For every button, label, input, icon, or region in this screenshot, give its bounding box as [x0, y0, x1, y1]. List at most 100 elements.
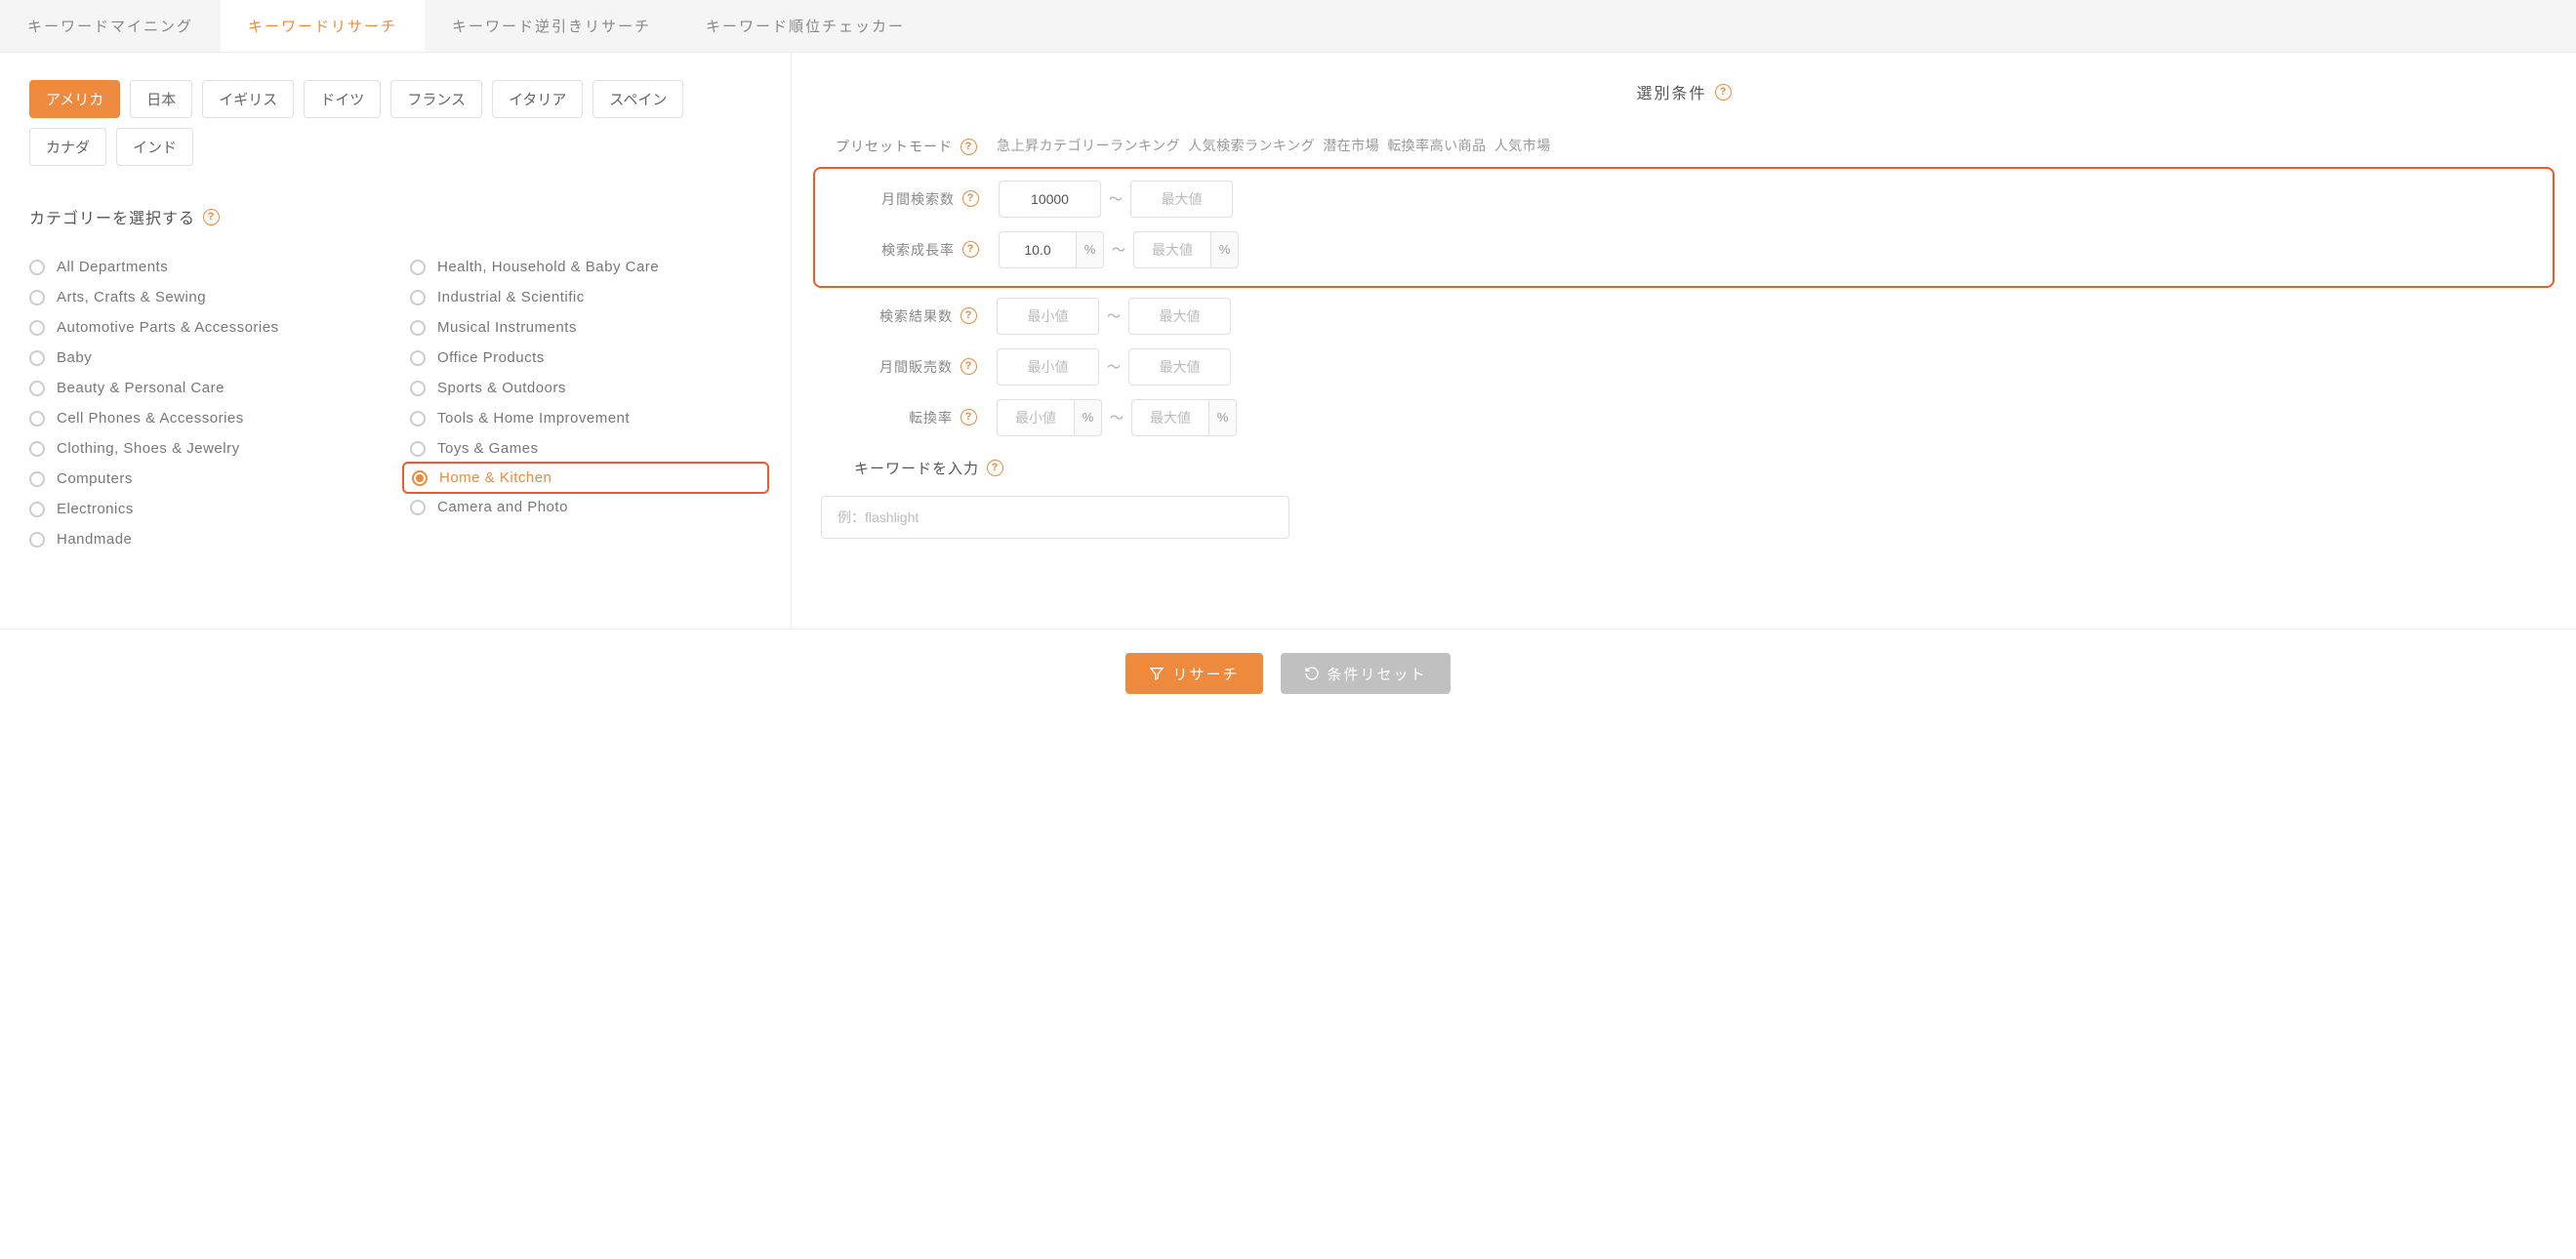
category-item[interactable]: Baby [29, 343, 381, 373]
input-suffix: % [1077, 231, 1104, 268]
filter-label: 月間販売数 [879, 357, 953, 377]
category-item[interactable]: Computers [29, 464, 381, 494]
country-chip-0[interactable]: アメリカ [29, 80, 120, 118]
country-chip-3[interactable]: ドイツ [304, 80, 381, 118]
tilde: ～ [1112, 240, 1125, 260]
tilde: ～ [1109, 189, 1123, 209]
filter-label: 検索結果数 [879, 306, 953, 326]
radio-icon [29, 350, 45, 366]
category-item[interactable]: Handmade [29, 524, 381, 554]
radio-icon [410, 500, 426, 515]
category-item[interactable]: Health, Household & Baby Care [410, 252, 761, 282]
preset-link[interactable]: 人気検索ランキング [1188, 138, 1315, 153]
tab-3[interactable]: キーワード順位チェッカー [678, 0, 932, 52]
category-item[interactable]: Office Products [410, 343, 761, 373]
help-icon[interactable] [962, 241, 979, 258]
country-chip-2[interactable]: イギリス [202, 80, 294, 118]
category-item[interactable]: Sports & Outdoors [410, 373, 761, 403]
country-chip-6[interactable]: スペイン [593, 80, 683, 118]
category-item[interactable]: Industrial & Scientific [410, 282, 761, 312]
filter-min-input[interactable] [997, 348, 1099, 386]
filter-title: 選別条件 [1636, 80, 1706, 103]
filter-max-input[interactable] [1131, 399, 1209, 436]
preset-link[interactable]: 潜在市場 [1323, 138, 1379, 153]
category-item[interactable]: Toys & Games [410, 433, 761, 464]
country-chip-1[interactable]: 日本 [130, 80, 192, 118]
category-label: Electronics [57, 501, 134, 517]
tab-1[interactable]: キーワードリサーチ [221, 0, 425, 52]
filter-min-input[interactable] [999, 181, 1101, 218]
reset-icon [1304, 666, 1320, 681]
category-title-text: カテゴリーを選択する [29, 205, 195, 228]
category-label: Sports & Outdoors [437, 380, 566, 396]
preset-links: 急上昇カテゴリーランキング人気検索ランキング潜在市場転換率高い商品人気市場 [977, 133, 2547, 159]
tab-2[interactable]: キーワード逆引きリサーチ [425, 0, 678, 52]
input-suffix: % [1075, 399, 1102, 436]
category-label: Home & Kitchen [439, 469, 552, 486]
radio-icon [410, 441, 426, 457]
help-icon[interactable] [961, 358, 977, 375]
country-chip-8[interactable]: インド [116, 128, 193, 166]
category-label: Handmade [57, 531, 132, 548]
funnel-icon [1149, 666, 1165, 681]
category-item[interactable]: Cell Phones & Accessories [29, 403, 381, 433]
country-selector: アメリカ日本イギリスドイツフランスイタリアスペインカナダインド [29, 80, 761, 166]
filter-header: 選別条件 [821, 80, 2547, 103]
category-item[interactable]: Musical Instruments [410, 312, 761, 343]
preset-link[interactable]: 人気市場 [1494, 138, 1551, 153]
country-chip-5[interactable]: イタリア [492, 80, 583, 118]
help-icon[interactable] [1715, 84, 1732, 101]
help-icon[interactable] [987, 460, 1003, 476]
tab-bar: キーワードマイニングキーワードリサーチキーワード逆引きリサーチキーワード順位チェ… [0, 0, 2576, 53]
radio-icon [29, 411, 45, 426]
radio-icon [410, 290, 426, 305]
radio-icon [29, 290, 45, 305]
filter-min-input[interactable] [997, 399, 1075, 436]
highlight-box: 月間検索数～検索成長率%～% [813, 167, 2555, 288]
tab-0[interactable]: キーワードマイニング [0, 0, 221, 52]
category-item[interactable]: Beauty & Personal Care [29, 373, 381, 403]
category-label: Automotive Parts & Accessories [57, 319, 279, 336]
help-icon[interactable] [962, 190, 979, 207]
category-item[interactable]: Arts, Crafts & Sewing [29, 282, 381, 312]
category-item[interactable]: Tools & Home Improvement [410, 403, 761, 433]
filter-min-input[interactable] [999, 231, 1077, 268]
filter-max-input[interactable] [1128, 348, 1231, 386]
keyword-input[interactable] [821, 496, 1289, 539]
radio-icon [410, 260, 426, 275]
category-label: Baby [57, 349, 92, 366]
help-icon[interactable] [203, 209, 220, 225]
category-label: Industrial & Scientific [437, 289, 585, 305]
help-icon[interactable] [961, 409, 977, 426]
filter-min-input[interactable] [997, 298, 1099, 335]
filter-label: 検索成長率 [881, 240, 955, 260]
preset-link[interactable]: 急上昇カテゴリーランキング [997, 138, 1180, 153]
category-label: Toys & Games [437, 440, 539, 457]
category-label: All Departments [57, 259, 168, 275]
preset-link[interactable]: 転換率高い商品 [1387, 138, 1487, 153]
category-item[interactable]: Electronics [29, 494, 381, 524]
category-item[interactable]: Automotive Parts & Accessories [29, 312, 381, 343]
filter-max-input[interactable] [1128, 298, 1231, 335]
radio-icon [410, 411, 426, 426]
reset-button[interactable]: 条件リセット [1281, 653, 1451, 694]
category-label: Tools & Home Improvement [437, 410, 630, 426]
category-item[interactable]: Clothing, Shoes & Jewelry [29, 433, 381, 464]
category-item[interactable]: Home & Kitchen [402, 462, 769, 494]
filter-max-input[interactable] [1130, 181, 1233, 218]
category-item[interactable]: All Departments [29, 252, 381, 282]
filter-row-2: 検索結果数～ [821, 298, 2547, 335]
right-panel: 選別条件 プリセットモード 急上昇カテゴリーランキング人気検索ランキング潜在市場… [792, 53, 2576, 629]
country-chip-7[interactable]: カナダ [29, 128, 106, 166]
research-button[interactable]: リサーチ [1125, 653, 1262, 694]
filter-row-0: 月間検索数～ [823, 181, 2545, 218]
filter-max-input[interactable] [1133, 231, 1211, 268]
filter-row-3: 月間販売数～ [821, 348, 2547, 386]
help-icon[interactable] [961, 307, 977, 324]
category-item[interactable]: Camera and Photo [410, 492, 761, 522]
radio-icon [29, 260, 45, 275]
country-chip-4[interactable]: フランス [390, 80, 482, 118]
preset-label: プリセットモード [836, 137, 953, 156]
radio-icon [29, 441, 45, 457]
help-icon[interactable] [961, 139, 977, 155]
